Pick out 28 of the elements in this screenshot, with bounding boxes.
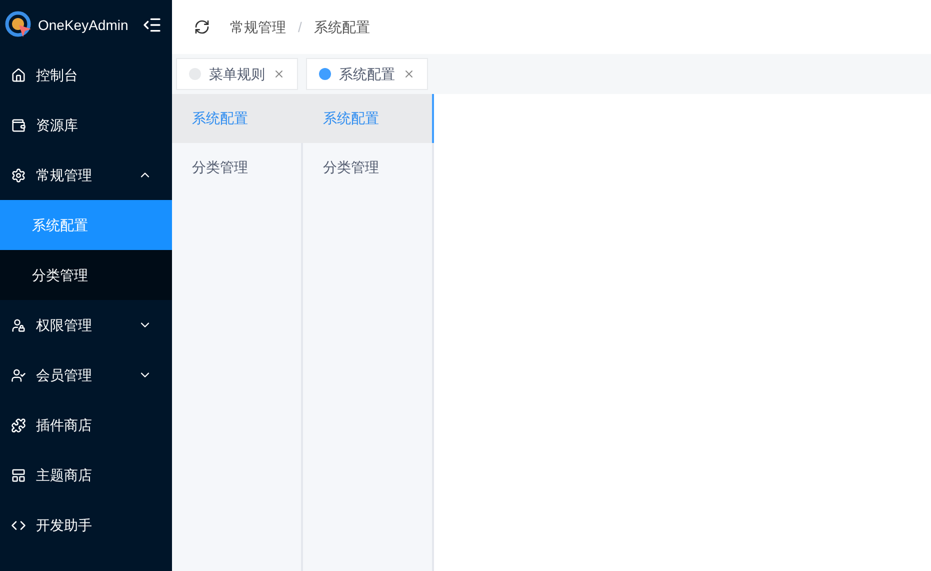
sidebar-item[interactable]: 插件商店 [0,400,172,450]
sidebar-item[interactable]: 资源库 [0,100,172,150]
logo-icon [5,11,33,39]
sidebar-item[interactable]: 会员管理 [0,350,172,400]
sidebar-item[interactable]: 主题商店 [0,450,172,500]
breadcrumb-link[interactable]: 系统配置 [314,16,370,38]
panel-menu-item[interactable]: 分类管理 [172,143,303,192]
breadcrumb-link[interactable]: 常规管理 [230,16,286,38]
refresh-icon[interactable] [194,19,210,35]
tab[interactable]: 菜单规则 [176,58,298,90]
wallet-icon [11,118,26,132]
close-icon[interactable] [273,68,285,80]
breadcrumb-separator: / [298,18,302,36]
sidebar-item[interactable]: 常规管理 [0,150,172,200]
brand-name: OneKeyAdmin [38,16,128,35]
sidebar-item[interactable]: 控制台 [0,50,172,100]
tab[interactable]: 系统配置 [306,58,428,90]
home-icon [11,68,26,82]
submenu-item[interactable]: 分类管理 [0,250,172,300]
user-check-icon [11,368,26,382]
close-icon[interactable] [403,68,415,80]
panel-menu-item[interactable]: 分类管理 [303,143,434,192]
sidebar-item[interactable]: 开发助手 [0,500,172,550]
settings-icon [11,168,26,182]
sidebar-item[interactable]: 权限管理 [0,300,172,350]
layout-icon [11,468,26,482]
puzzle-icon [11,418,26,432]
user-lock-icon [11,318,26,332]
